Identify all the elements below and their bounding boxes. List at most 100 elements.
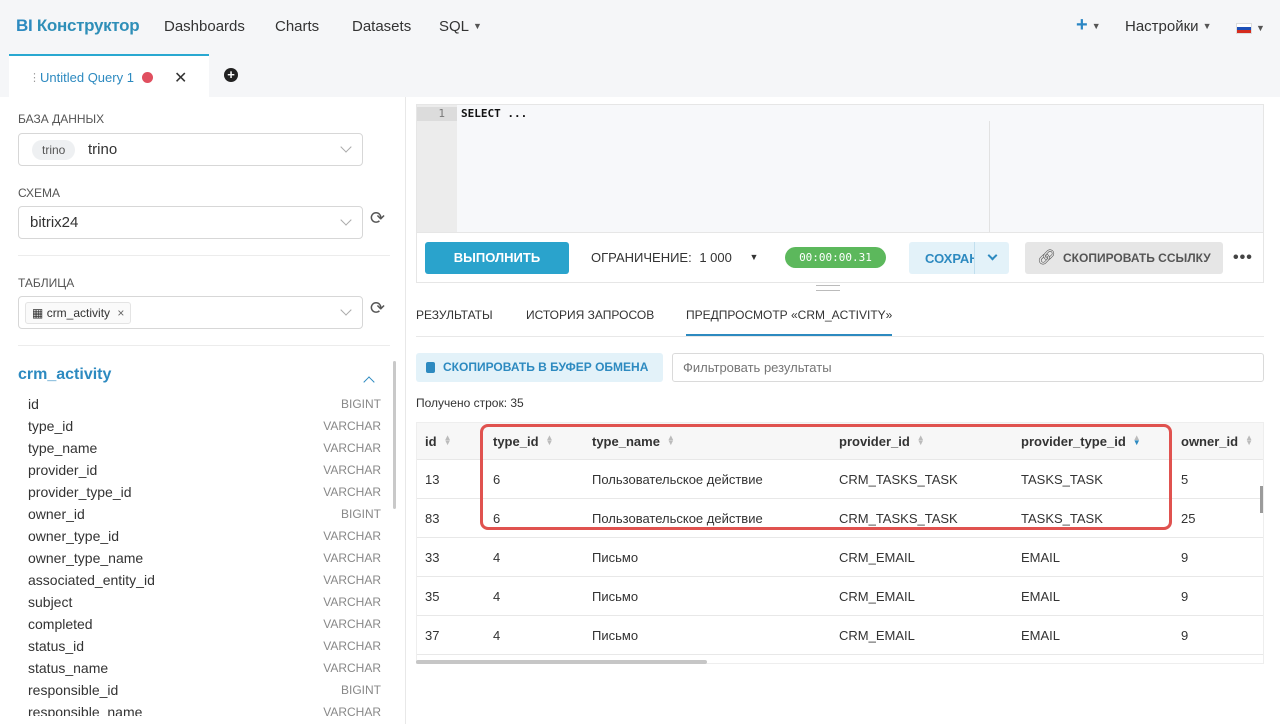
settings-label: Настройки xyxy=(1125,18,1199,35)
chevron-down-icon: ▼ xyxy=(749,252,759,262)
column-item[interactable]: owner_type_name VARCHAR xyxy=(28,547,381,569)
tab-results[interactable]: РЕЗУЛЬТАТЫ xyxy=(416,308,493,322)
brand-logo[interactable]: BI Конструктор xyxy=(16,16,140,36)
table-cell: Письмо xyxy=(592,550,639,565)
save-label: СОХРАНИТЬ xyxy=(925,251,975,266)
column-name: owner_id xyxy=(28,506,85,522)
table-tag: ▦ crm_activity × xyxy=(25,302,132,324)
run-button[interactable]: ВЫПОЛНИТЬ xyxy=(425,242,569,274)
table-cell: 33 xyxy=(425,550,440,565)
column-item[interactable]: type_name VARCHAR xyxy=(28,437,381,459)
column-item[interactable]: provider_id VARCHAR xyxy=(28,459,381,481)
chevron-down-icon: ▼ xyxy=(473,21,482,31)
query-tab-bar: ⋮ Untitled Query 1 ✕ xyxy=(0,54,1280,97)
nav-sql[interactable]: SQL ▼ xyxy=(439,18,482,35)
vertical-scrollbar[interactable] xyxy=(1260,486,1263,513)
line-number: 1 xyxy=(417,107,457,121)
table-tag-label: crm_activity xyxy=(46,306,111,320)
database-engine-badge: trino xyxy=(32,140,76,160)
column-name: provider_type_id xyxy=(28,484,132,500)
left-panel: БАЗА ДАННЫХ trino trino СХЕМА bitrix24 ⟳… xyxy=(0,97,406,724)
column-item[interactable]: responsible_name VARCHAR xyxy=(28,701,381,716)
language-menu[interactable]: ▼ xyxy=(1236,20,1265,37)
table-cell: 9 xyxy=(1181,550,1189,565)
copy-to-clipboard-button[interactable]: СКОПИРОВАТЬ В БУФЕР ОБМЕНА xyxy=(416,353,663,382)
column-item[interactable]: completed VARCHAR xyxy=(28,613,381,635)
column-name: responsible_id xyxy=(28,682,119,698)
column-item[interactable]: subject VARCHAR xyxy=(28,591,381,613)
refresh-schema-icon[interactable]: ⟳ xyxy=(370,208,385,229)
refresh-table-icon[interactable]: ⟳ xyxy=(370,298,385,319)
more-options-icon[interactable]: ••• xyxy=(1233,249,1253,267)
row-count: Получено строк: 35 xyxy=(416,396,524,410)
column-header-label: owner_id xyxy=(1181,434,1239,449)
remove-tag-icon[interactable]: × xyxy=(117,306,124,320)
table-select[interactable]: ▦ crm_activity × xyxy=(18,296,363,329)
schema-select[interactable]: bitrix24 xyxy=(18,206,363,239)
column-name: subject xyxy=(28,594,73,610)
column-item[interactable]: id BIGINT xyxy=(28,393,381,415)
table-icon: ▦ xyxy=(32,306,44,320)
table-cell: EMAIL xyxy=(1021,550,1061,565)
column-type: VARCHAR xyxy=(323,463,381,477)
query-tab[interactable]: ⋮ Untitled Query 1 ✕ xyxy=(9,54,209,97)
column-header[interactable]: id ▲ ▼ xyxy=(425,423,451,460)
sql-editor[interactable]: 1 SELECT ... xyxy=(416,104,1264,233)
add-tab-button[interactable]: + xyxy=(224,68,238,82)
nav-dashboards[interactable]: Dashboards xyxy=(164,18,245,35)
settings-menu[interactable]: Настройки ▼ xyxy=(1125,18,1211,35)
sort-icon[interactable]: ▲ ▼ xyxy=(444,434,452,447)
query-timer: 00:00:00.31 xyxy=(785,247,886,268)
chevron-down-icon: ▼ xyxy=(1202,21,1212,31)
resize-handle[interactable] xyxy=(816,285,840,291)
table-cell: 37 xyxy=(425,628,440,643)
table-row[interactable]: 35 4 Письмо CRM_EMAIL EMAIL 9 xyxy=(417,577,1263,616)
column-item[interactable]: owner_id BIGINT xyxy=(28,503,381,525)
database-select[interactable]: trino trino xyxy=(18,133,363,166)
schema-value: bitrix24 xyxy=(30,214,79,231)
table-cell: 83 xyxy=(425,511,440,526)
sort-icon[interactable]: ▲ ▼ xyxy=(1245,434,1253,447)
close-tab-icon[interactable]: ✕ xyxy=(174,68,187,88)
column-item[interactable]: provider_type_id VARCHAR xyxy=(28,481,381,503)
limit-value: 1 000 xyxy=(699,250,732,265)
top-nav: BI Конструктор Dashboards Charts Dataset… xyxy=(0,0,1280,54)
horizontal-scrollbar[interactable] xyxy=(416,660,707,664)
add-menu-button[interactable]: + ▼ xyxy=(1076,14,1101,37)
highlight-annotation xyxy=(480,424,1172,530)
table-cell: 4 xyxy=(493,589,501,604)
table-cell: CRM_EMAIL xyxy=(839,628,915,643)
column-item[interactable]: status_name VARCHAR xyxy=(28,657,381,679)
column-name: type_id xyxy=(28,418,74,434)
column-header[interactable]: owner_id ▲ ▼ xyxy=(1181,423,1253,460)
chevron-down-icon: ▼ xyxy=(1256,23,1265,33)
column-item[interactable]: responsible_id BIGINT xyxy=(28,679,381,701)
column-item[interactable]: associated_entity_id VARCHAR xyxy=(28,569,381,591)
table-cell: 13 xyxy=(425,472,440,487)
chevron-down-icon[interactable] xyxy=(987,250,998,261)
tab-query-history[interactable]: ИСТОРИЯ ЗАПРОСОВ xyxy=(526,308,654,322)
column-item[interactable]: type_id VARCHAR xyxy=(28,415,381,437)
tab-preview[interactable]: ПРЕДПРОСМОТР «CRM_ACTIVITY» xyxy=(686,308,893,336)
copy-link-button[interactable]: 🔗︎ СКОПИРОВАТЬ ССЫЛКУ xyxy=(1025,242,1223,274)
column-item[interactable]: status_id VARCHAR xyxy=(28,635,381,657)
limit-dropdown[interactable]: ОГРАНИЧЕНИЕ: 1 000 ▼ xyxy=(591,250,758,265)
column-name: completed xyxy=(28,616,93,632)
nav-datasets[interactable]: Datasets xyxy=(352,18,411,35)
drag-handle-icon[interactable]: ⋮ xyxy=(29,71,40,84)
chevron-down-icon xyxy=(340,304,352,316)
column-name: status_name xyxy=(28,660,109,676)
filter-results-input[interactable] xyxy=(672,353,1264,382)
nav-charts[interactable]: Charts xyxy=(275,18,319,35)
russian-flag-icon xyxy=(1236,23,1252,34)
column-item[interactable]: owner_type_id VARCHAR xyxy=(28,525,381,547)
table-row[interactable]: 37 4 Письмо CRM_EMAIL EMAIL 9 xyxy=(417,616,1263,655)
chevron-down-icon xyxy=(340,214,352,226)
sql-code[interactable]: SELECT ... xyxy=(461,107,527,120)
table-row[interactable]: 33 4 Письмо CRM_EMAIL EMAIL 9 xyxy=(417,538,1263,577)
chevron-up-icon[interactable] xyxy=(363,376,375,388)
column-type: VARCHAR xyxy=(323,573,381,587)
save-button[interactable]: СОХРАНИТЬ xyxy=(909,242,1009,274)
scrollbar[interactable] xyxy=(393,361,396,509)
clipboard-icon xyxy=(426,362,435,373)
